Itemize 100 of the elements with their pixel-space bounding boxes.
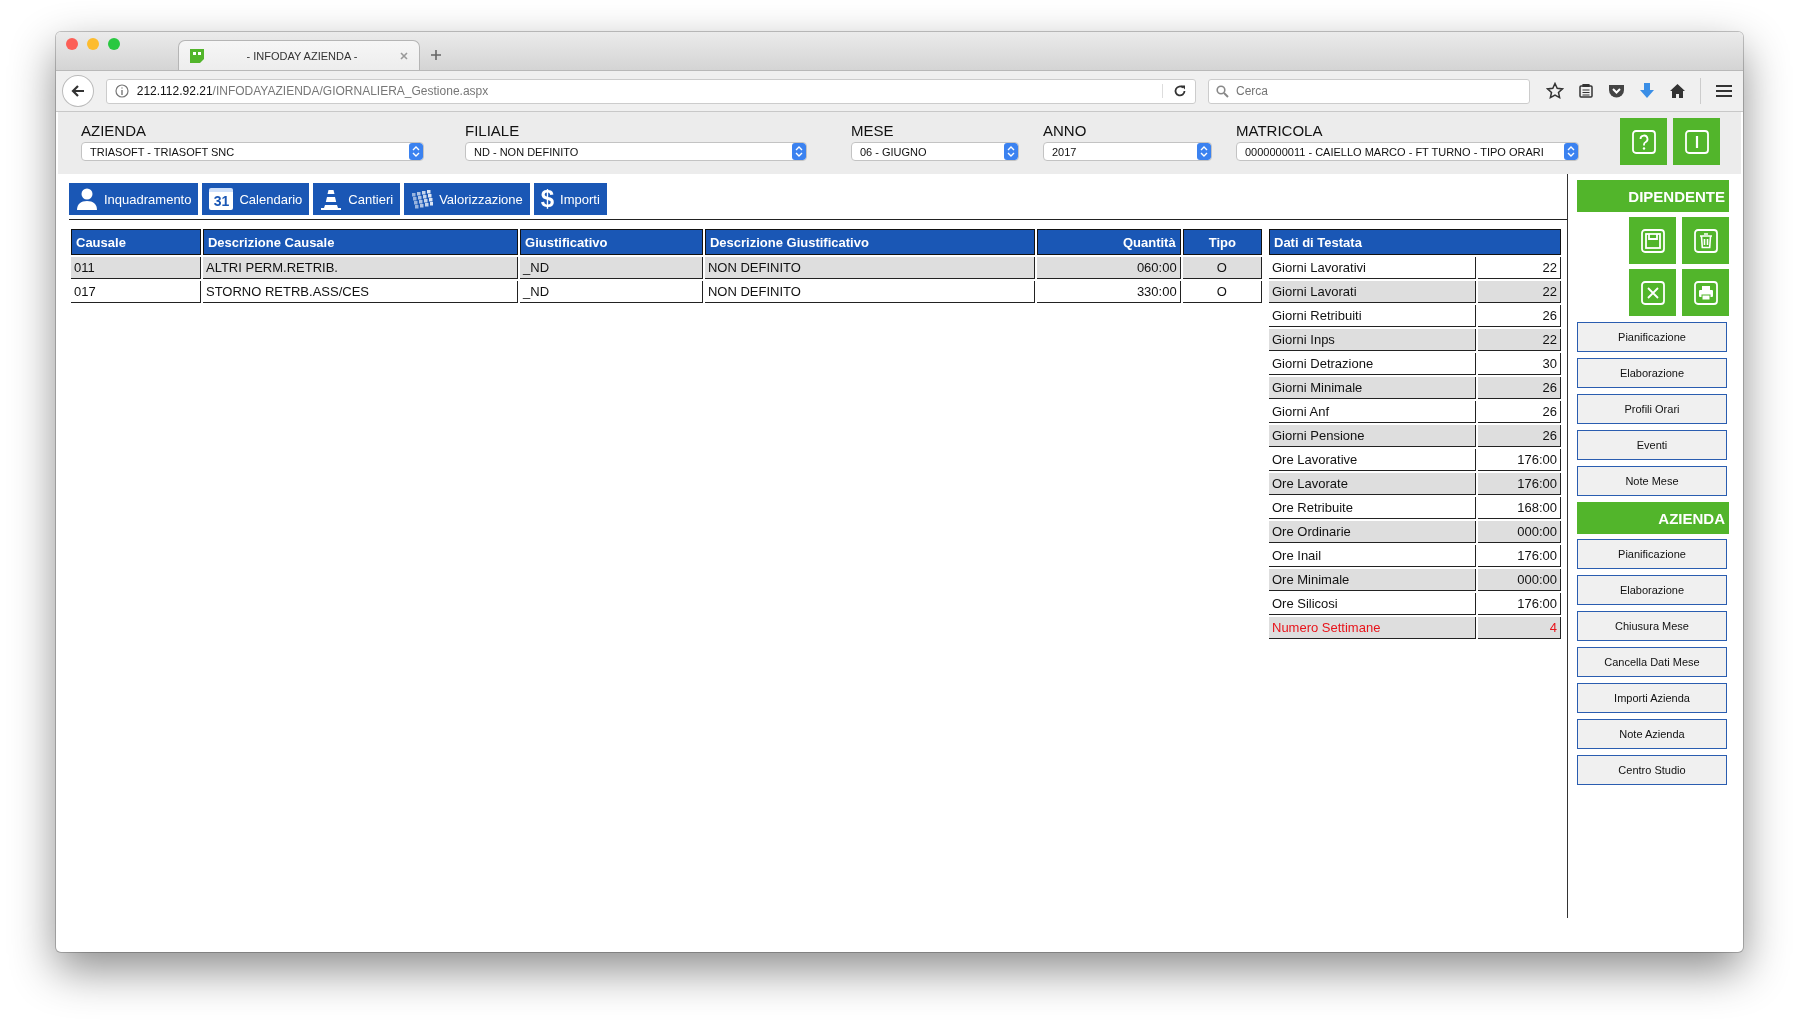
sidebar-button[interactable]: Profili Orari — [1577, 394, 1727, 424]
table-cell: _ND — [520, 257, 703, 279]
info-icon[interactable] — [114, 84, 129, 98]
table-cell: NON DEFINITO — [704, 281, 1036, 303]
section-header: AZIENDA — [1577, 502, 1729, 534]
table-cell: Ore Lavorate — [1269, 473, 1476, 495]
zoom-window-button[interactable] — [108, 38, 120, 50]
table-cell: 26 — [1478, 425, 1561, 447]
download-icon[interactable] — [1639, 82, 1655, 100]
select-arrows-icon — [409, 143, 423, 160]
address-bar[interactable]: 212.112.92.21/INFODAYAZIENDA/GIORNALIERA_Gestione.aspx — [105, 78, 1196, 104]
column-header: Descrizione Giustificativo — [704, 229, 1036, 255]
table-cell: Ore Inail — [1269, 545, 1476, 567]
dropdown[interactable]: 2017 — [1043, 142, 1212, 161]
table-cell: 000:00 — [1478, 521, 1561, 543]
dropdown[interactable]: 06 - GIUGNO — [851, 142, 1019, 161]
sidebar-button[interactable]: Importi Azienda — [1577, 683, 1727, 713]
tab[interactable]: Inquadramento — [69, 183, 199, 215]
table-cell: 30 — [1478, 353, 1561, 375]
table-cell: 168:00 — [1478, 497, 1561, 519]
sidebar-button[interactable]: Note Azienda — [1577, 719, 1727, 749]
search-icon — [1216, 84, 1229, 98]
print-button[interactable] — [1682, 269, 1729, 316]
delete-button[interactable] — [1682, 217, 1729, 264]
home-icon[interactable] — [1669, 83, 1686, 99]
table-cell: 22 — [1478, 281, 1561, 303]
browser-tab[interactable]: - INFODAY AZIENDA - — [178, 40, 420, 70]
close-window-button[interactable] — [66, 38, 78, 50]
info-icon — [1683, 128, 1710, 155]
table-cell: 176:00 — [1478, 545, 1561, 567]
close-icon — [1639, 279, 1666, 306]
dropdown[interactable]: 0000000011 - CAIELLO MARCO - FT TURNO - TIPO ORARI — [1236, 142, 1579, 161]
back-button[interactable] — [62, 75, 94, 107]
search-field[interactable]: Cerca — [1208, 78, 1530, 104]
sidebar-button[interactable]: Note Mese — [1577, 466, 1727, 496]
select-arrows-icon — [1564, 143, 1578, 160]
table-cell: Ore Silicosi — [1269, 593, 1476, 615]
sidebar-button[interactable]: Cancella Dati Mese — [1577, 647, 1727, 677]
table-cell: ALTRI PERM.RETRIB. — [203, 257, 519, 279]
pocket-icon[interactable] — [1608, 83, 1625, 99]
table-cell: Giorni Lavorati — [1269, 281, 1476, 303]
tab[interactable]: 31 Calendario — [202, 183, 310, 215]
table-cell: STORNO RETRB.ASS/CES — [203, 281, 519, 303]
new-tab-icon[interactable] — [430, 49, 442, 61]
table-cell: 26 — [1478, 401, 1561, 423]
table-cell: Ore Ordinarie — [1269, 521, 1476, 543]
sidebar-button[interactable]: Eventi — [1577, 430, 1727, 460]
sidebar-button[interactable]: Chiusura Mese — [1577, 611, 1727, 641]
save-button[interactable] — [1629, 217, 1676, 264]
filter-label: MATRICOLA — [1236, 122, 1324, 139]
column-header: Causale — [71, 229, 201, 255]
table-cell: O — [1182, 257, 1262, 279]
table-cell: _ND — [520, 281, 703, 303]
column-header: Giustificativo — [520, 229, 703, 255]
sidebar-button[interactable]: Elaborazione — [1577, 575, 1727, 605]
column-header: Tipo — [1182, 229, 1262, 255]
trash-icon — [1692, 227, 1719, 254]
tab[interactable]: Valorizzazione — [404, 183, 530, 215]
back-arrow-icon — [69, 83, 86, 99]
help-button[interactable] — [1620, 118, 1667, 165]
printer-icon — [1692, 279, 1719, 306]
reader-icon[interactable] — [1578, 83, 1594, 99]
table-cell: Numero Settimane — [1269, 617, 1476, 639]
table-cell: 017 — [71, 281, 201, 303]
table-cell: 26 — [1478, 305, 1561, 327]
sidebar-button[interactable]: Pianificazione — [1577, 539, 1727, 569]
person-icon — [76, 187, 98, 211]
filter-label: AZIENDA — [81, 122, 147, 139]
table-cell: 26 — [1478, 377, 1561, 399]
table-cell: 176:00 — [1478, 593, 1561, 615]
table-cell: Giorni Minimale — [1269, 377, 1476, 399]
sidebar-button[interactable]: Centro Studio — [1577, 755, 1727, 785]
cubes-icon — [411, 188, 434, 210]
table-cell: 176:00 — [1478, 473, 1561, 495]
table-cell: 22 — [1478, 329, 1561, 351]
column-header: Quantità — [1037, 229, 1181, 255]
table-cell: 011 — [71, 257, 201, 279]
dollar-icon: $ — [540, 187, 555, 211]
tab[interactable]: Cantieri — [313, 183, 401, 215]
filter-label: MESE — [851, 122, 895, 139]
table-cell: Giorni Retribuiti — [1269, 305, 1476, 327]
table-cell: Ore Minimale — [1269, 569, 1476, 591]
dropdown[interactable]: ND - NON DEFINITO — [465, 142, 807, 161]
dropdown[interactable]: TRIASOFT - TRIASOFT SNC — [81, 142, 424, 161]
sidebar-button[interactable]: Pianificazione — [1577, 322, 1727, 352]
star-icon[interactable] — [1546, 82, 1564, 100]
column-header: Dati di Testata — [1269, 229, 1561, 255]
menu-icon[interactable] — [1715, 84, 1733, 98]
reload-icon[interactable] — [1162, 84, 1187, 98]
select-arrows-icon — [1004, 143, 1018, 160]
close-tab-icon[interactable] — [399, 50, 409, 61]
info-button[interactable] — [1673, 118, 1720, 165]
sidebar-button[interactable]: Elaborazione — [1577, 358, 1727, 388]
table-cell: Ore Retribuite — [1269, 497, 1476, 519]
table-cell: Giorni Inps — [1269, 329, 1476, 351]
cancel-button[interactable] — [1629, 269, 1676, 316]
page-icon — [189, 47, 205, 64]
question-mark-icon — [1630, 128, 1657, 155]
tab[interactable]: $ Importi — [533, 183, 607, 215]
table-cell: NON DEFINITO — [704, 257, 1036, 279]
